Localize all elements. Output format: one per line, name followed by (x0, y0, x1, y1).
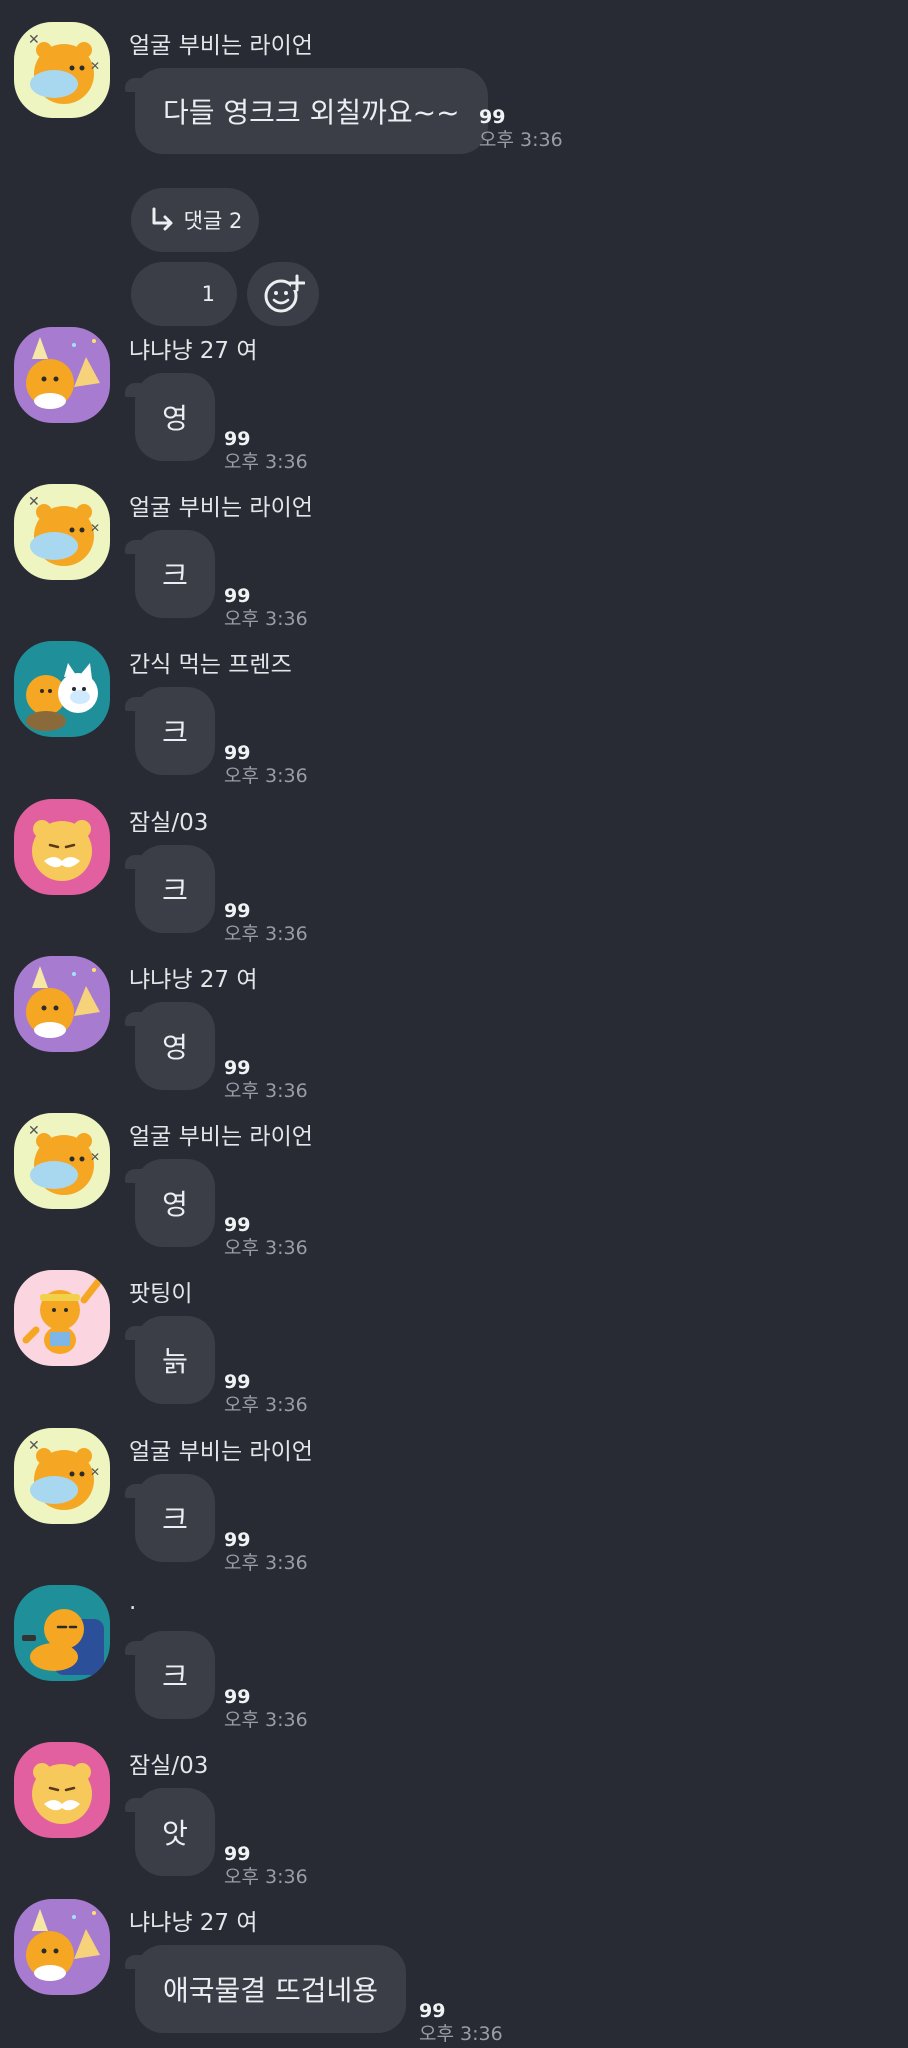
message-meta: 99 오후 3:36 (224, 900, 308, 946)
timestamp: 오후 3:36 (224, 608, 308, 630)
lion-hug-icon[interactable]: ✕ ✕ (14, 1428, 110, 1524)
replies-button[interactable]: 댓글 2 (131, 188, 259, 252)
sender-name[interactable]: 잠실/03 (129, 803, 208, 837)
lion-mustache-icon[interactable] (14, 799, 110, 895)
unread-count: 99 (224, 1214, 251, 1236)
lion-hug-icon[interactable]: ✕ ✕ (14, 22, 110, 118)
sender-name[interactable]: 냐냐냥 27 여 (129, 331, 258, 365)
unread-count: 99 (224, 1843, 251, 1865)
party-lion-icon[interactable] (14, 327, 110, 423)
unread-count: 99 (224, 428, 251, 450)
party-lion-icon[interactable] (14, 956, 110, 1052)
add-reaction-button[interactable] (247, 262, 319, 326)
replies-label: 댓글 2 (183, 209, 243, 233)
snack-friends-icon[interactable] (14, 641, 110, 737)
unread-count: 99 (224, 1686, 251, 1708)
unread-count: 99 (224, 1057, 251, 1079)
timestamp: 오후 3:36 (224, 1866, 308, 1888)
timestamp: 오후 3:36 (419, 2023, 503, 2045)
svg-text:✕: ✕ (28, 1438, 40, 1454)
sender-name[interactable]: 얼굴 부비는 라이언 (129, 1117, 313, 1151)
timestamp: 오후 3:36 (224, 1709, 308, 1731)
message-meta: 99 오후 3:36 (224, 742, 308, 788)
sender-name[interactable]: 팟팅이 (129, 1274, 192, 1308)
svg-text:✕: ✕ (28, 494, 40, 510)
svg-text:✕: ✕ (28, 1123, 40, 1139)
timestamp: 오후 3:36 (224, 1237, 308, 1259)
message-bubble[interactable]: 애국물결 뜨겁네용 (125, 1945, 406, 2033)
message-meta: 99 오후 3:36 (224, 1214, 308, 1260)
unread-count: 99 (419, 2000, 446, 2022)
sender-name[interactable]: 얼굴 부비는 라이언 (129, 488, 313, 522)
message-bubble[interactable]: 영 (125, 1159, 215, 1247)
message-meta: 99 오후 3:36 (224, 428, 308, 474)
message-bubble[interactable]: 크 (125, 845, 215, 933)
unread-count: 99 (224, 1371, 251, 1393)
timestamp: 오후 3:36 (224, 765, 308, 787)
timestamp: 오후 3:36 (479, 129, 563, 151)
message-bubble[interactable]: 영 (125, 1002, 215, 1090)
lion-mustache-icon[interactable] (14, 1742, 110, 1838)
lion-sofa-icon[interactable] (14, 1585, 110, 1681)
timestamp: 오후 3:36 (224, 1394, 308, 1416)
svg-text:✕: ✕ (90, 1465, 100, 1479)
message-bubble[interactable]: 다들 영크크 외칠까요~~ (125, 68, 488, 154)
svg-text:✕: ✕ (90, 1150, 100, 1164)
reply-arrow-icon (152, 207, 173, 231)
message-meta: 99 오후 3:36 (224, 1057, 308, 1103)
party-lion-icon[interactable] (14, 1899, 110, 1995)
unread-count: 99 (224, 585, 251, 607)
timestamp: 오후 3:36 (224, 1552, 308, 1574)
message-meta: 99 오후 3:36 (224, 1371, 308, 1417)
message-meta: 99 오후 3:36 (419, 2000, 503, 2046)
message-meta: 99 오후 3:36 (224, 1843, 308, 1889)
lion-hug-icon[interactable]: ✕ ✕ (14, 1113, 110, 1209)
cheer-lion-icon[interactable] (14, 1270, 110, 1366)
reaction-count: 1 (201, 282, 215, 306)
lion-hug-icon[interactable]: ✕ ✕ (14, 484, 110, 580)
unread-count: 99 (479, 106, 506, 128)
unread-count: 99 (224, 1529, 251, 1551)
unread-count: 99 (224, 900, 251, 922)
add-emoji-icon (264, 274, 305, 313)
sender-name[interactable]: 얼굴 부비는 라이언 (129, 26, 313, 60)
timestamp: 오후 3:36 (224, 451, 308, 473)
message-meta: 99 오후 3:36 (224, 585, 308, 631)
unread-count: 99 (224, 742, 251, 764)
sender-name[interactable]: 냐냐냥 27 여 (129, 960, 258, 994)
sender-name[interactable]: 간식 먹는 프렌즈 (129, 645, 292, 679)
sender-name[interactable]: 잠실/03 (129, 1746, 208, 1780)
message-bubble[interactable]: 크 (125, 1631, 215, 1719)
message-meta: 99 오후 3:36 (479, 106, 563, 152)
sender-name[interactable]: 얼굴 부비는 라이언 (129, 1432, 313, 1466)
timestamp: 오후 3:36 (224, 1080, 308, 1102)
timestamp: 오후 3:36 (224, 923, 308, 945)
sender-name[interactable]: 냐냐냥 27 여 (129, 1903, 258, 1937)
reaction-count-button[interactable]: 1 (131, 262, 237, 326)
message-meta: 99 오후 3:36 (224, 1686, 308, 1732)
message-bubble[interactable]: 크 (125, 1474, 215, 1562)
svg-text:✕: ✕ (90, 521, 100, 535)
message-bubble[interactable]: 늙 (125, 1316, 215, 1404)
message-meta: 99 오후 3:36 (224, 1529, 308, 1575)
sender-name[interactable]: . (129, 1589, 136, 1615)
message-bubble[interactable]: 크 (125, 530, 215, 618)
message-bubble[interactable]: 영 (125, 373, 215, 461)
message-bubble[interactable]: 앗 (125, 1788, 215, 1876)
svg-text:✕: ✕ (28, 32, 40, 48)
svg-text:✕: ✕ (90, 59, 100, 73)
message-bubble[interactable]: 크 (125, 687, 215, 775)
